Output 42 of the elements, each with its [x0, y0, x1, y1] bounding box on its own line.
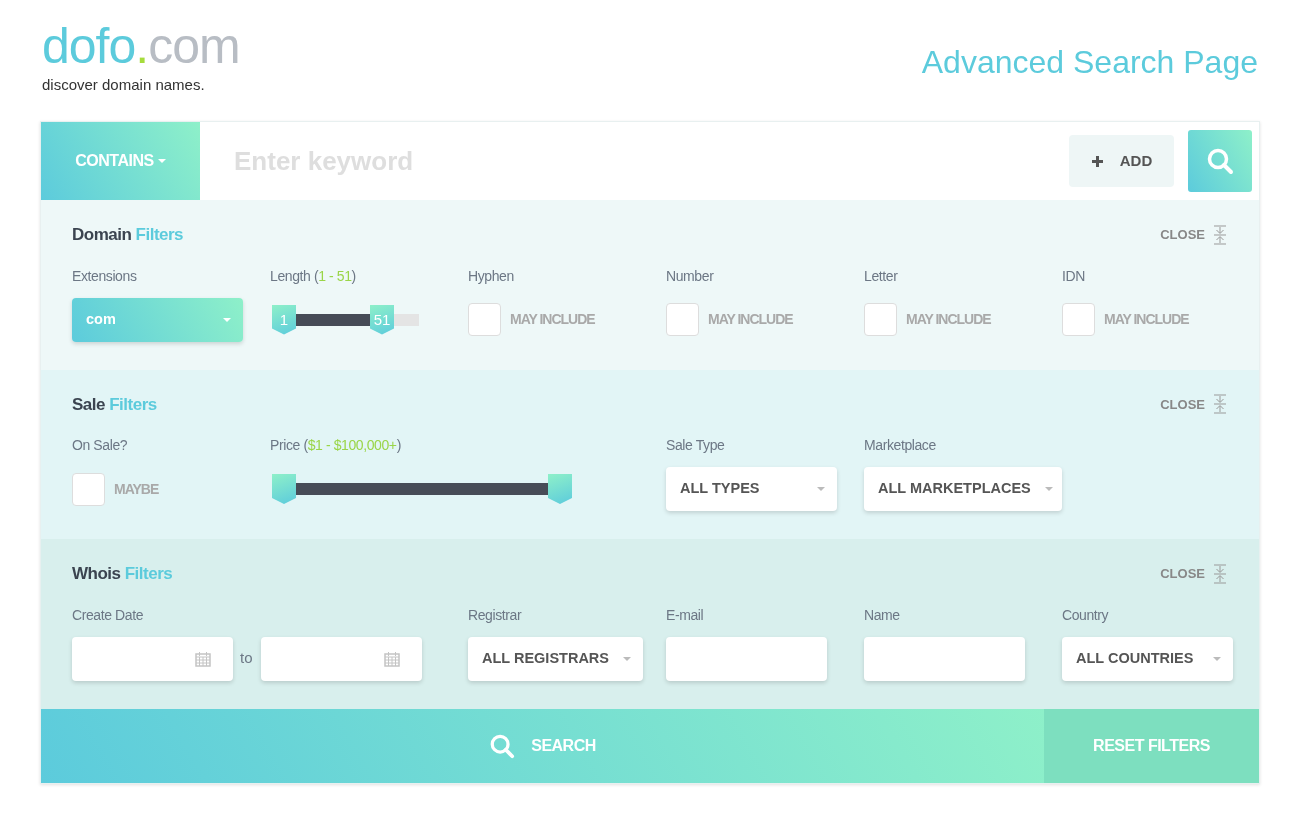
close-section-button[interactable]: CLOSE — [1160, 394, 1227, 415]
dropdown[interactable]: ALL REGISTRARS — [468, 636, 644, 681]
tagline: discover domain names. — [42, 75, 206, 95]
dropdown[interactable]: com — [72, 297, 243, 342]
section-title: Sale Filters — [72, 393, 157, 416]
slider-handle[interactable]: 1 — [272, 304, 296, 335]
close-section-button[interactable]: CLOSE — [1160, 563, 1227, 584]
field-label: Name — [864, 605, 901, 623]
match-mode-dropdown[interactable]: CONTAINS — [41, 122, 200, 200]
field-label: Length (1 - 51) — [270, 266, 357, 284]
slider-handle[interactable]: 51 — [370, 304, 394, 335]
section-title: Whois Filters — [72, 563, 173, 585]
reset-filters-button[interactable]: RESET FILTERS — [1044, 708, 1259, 783]
field-label: Registrar — [468, 605, 523, 623]
range-separator: to — [240, 648, 253, 669]
field-label: On Sale? — [72, 436, 129, 453]
page-title: Advanced Search Page — [921, 43, 1258, 82]
field-label: Price ($1 - $100,000+) — [270, 436, 402, 453]
dropdown[interactable]: ALL COUNTRIES — [1062, 636, 1233, 681]
field-label: Create Date — [72, 605, 145, 623]
dropdown[interactable]: ALL MARKETPLACES — [864, 467, 1062, 511]
close-section-button[interactable]: CLOSE — [1160, 224, 1227, 245]
logo: dofo.com — [42, 24, 240, 68]
checkbox-label: MAY INCLUDE — [906, 310, 991, 329]
section-title: Domain Filters — [72, 224, 184, 246]
field-label: IDN — [1062, 266, 1086, 284]
field-label: E-mail — [666, 605, 705, 623]
checkbox-label: MAY INCLUDE — [510, 310, 595, 329]
dropdown[interactable]: ALL TYPES — [666, 467, 837, 511]
field-label: Letter — [864, 266, 899, 284]
field-label: Number — [666, 266, 715, 284]
checkbox-label: MAYBE — [114, 479, 159, 499]
field-label: Extensions — [72, 266, 138, 284]
checkbox-label: MAY INCLUDE — [1104, 310, 1189, 329]
checkbox-label: MAY INCLUDE — [708, 310, 793, 329]
field-label: Marketplace — [864, 436, 937, 453]
add-button[interactable]: ADD — [1069, 135, 1174, 187]
field-label: Hyphen — [468, 266, 515, 284]
field-label: Country — [1062, 605, 1110, 623]
search-button[interactable]: SEARCH — [41, 708, 1044, 783]
field-label: Sale Type — [666, 436, 726, 453]
range-slider[interactable]: 1 51 — [272, 303, 419, 336]
